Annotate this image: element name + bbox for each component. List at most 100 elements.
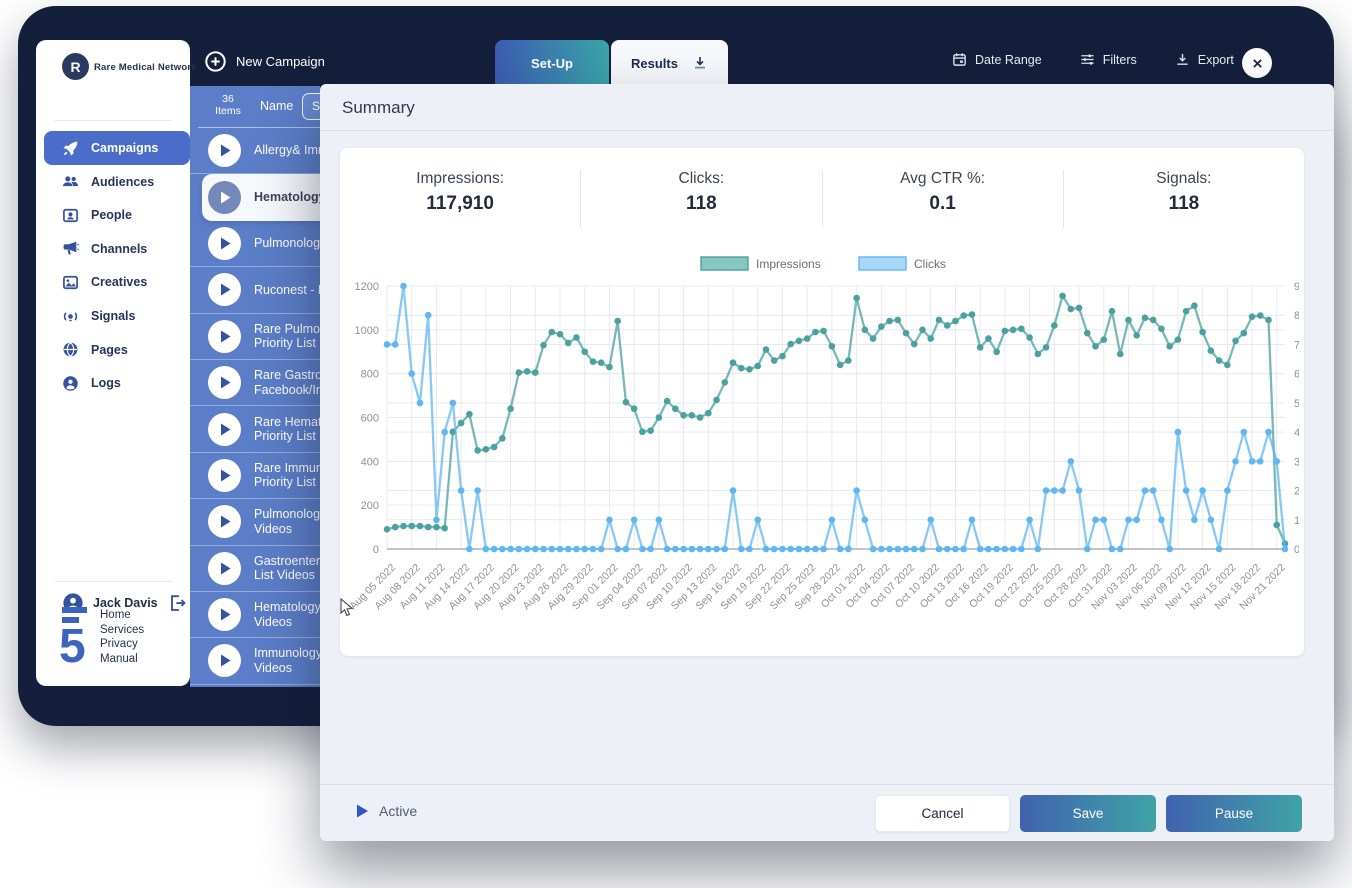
campaign-name: PulmonologVideos (254, 507, 320, 536)
campaign-row[interactable]: GastroenterList Videos (190, 546, 320, 592)
svg-text:8: 8 (1294, 310, 1299, 322)
stat-value: 118 (581, 193, 821, 215)
chart-svg: 0200400600800100012000123456789Aug 05 20… (345, 256, 1299, 644)
play-button[interactable] (208, 227, 241, 260)
campaign-rows: Allergy& Imm Hematology Pulmonolog Ruconest… (190, 128, 320, 685)
modal-title: Summary (342, 98, 415, 118)
footer-links: HomeServicesPrivacyManual (100, 608, 144, 666)
campaign-name: ImmunologyVideos (254, 646, 320, 675)
impressions-line (384, 293, 1289, 547)
campaign-name: Rare HematPriority List (254, 415, 320, 444)
campaign-name: Ruconest - H (254, 283, 320, 298)
legend-impressions-swatch (701, 257, 748, 270)
campaign-row[interactable]: PulmonologVideos (190, 499, 320, 545)
campaign-row[interactable]: ImmunologyVideos (190, 638, 320, 684)
campaign-row[interactable]: Rare PulmonPriority List (190, 314, 320, 360)
campaign-row[interactable]: Allergy& Imm (190, 128, 320, 174)
sidebar-item-creatives[interactable]: Creatives (44, 265, 190, 299)
svg-text:5: 5 (59, 620, 86, 666)
plus-circle-icon (205, 51, 226, 72)
calendar-icon (952, 52, 967, 67)
download-icon[interactable] (692, 55, 708, 71)
cancel-button[interactable]: Cancel (875, 795, 1010, 832)
image-icon (62, 274, 79, 291)
svg-text:1000: 1000 (355, 325, 379, 337)
svg-text:7: 7 (1294, 339, 1299, 351)
svg-text:1: 1 (1294, 515, 1299, 527)
list-search-button[interactable]: Se (302, 93, 320, 120)
campaign-row[interactable]: HematologyVideos (190, 592, 320, 638)
filters-button[interactable]: Filters (1080, 52, 1137, 67)
footer-link-home[interactable]: Home (100, 608, 144, 623)
play-button[interactable] (208, 644, 241, 677)
campaign-row[interactable]: Rare ImmunPriority List (190, 453, 320, 499)
tab-set-up[interactable]: Set-Up (495, 40, 609, 86)
campaign-row[interactable]: Pulmonolog (190, 221, 320, 267)
play-button[interactable] (208, 459, 241, 492)
campaign-name: HematologyVideos (254, 600, 320, 629)
save-button[interactable]: Save (1020, 795, 1156, 832)
stat-impressions: Impressions: 117,910 (340, 170, 580, 228)
play-button[interactable] (208, 598, 241, 631)
svg-text:1200: 1200 (355, 281, 379, 293)
play-button[interactable] (208, 320, 241, 353)
megaphone-icon (62, 240, 79, 257)
new-campaign-button[interactable]: New Campaign (205, 51, 325, 72)
campaign-row[interactable]: Ruconest - H (190, 267, 320, 313)
sidebar-item-audiences[interactable]: Audiences (44, 165, 190, 199)
legend-clicks-label: Clicks (914, 257, 946, 271)
play-button[interactable] (208, 273, 241, 306)
close-icon (1251, 57, 1264, 70)
stat-signals: Signals: 118 (1063, 170, 1304, 228)
download-icon (1175, 52, 1190, 67)
play-button[interactable] (208, 413, 241, 446)
stat-label: Signals: (1064, 170, 1304, 188)
play-button[interactable] (208, 134, 241, 167)
divider (320, 130, 1334, 131)
sidebar-item-logs[interactable]: Logs (44, 366, 190, 400)
play-button[interactable] (208, 505, 241, 538)
campaign-row[interactable]: Rare HematPriority List (190, 406, 320, 452)
user-icon (62, 375, 79, 392)
items-count: 36 Items (210, 93, 246, 117)
export-label: Export (1198, 53, 1234, 67)
sidebar-item-campaigns[interactable]: Campaigns (44, 131, 190, 165)
footer-link-manual[interactable]: Manual (100, 652, 144, 667)
footer-link-privacy[interactable]: Privacy (100, 637, 144, 652)
campaign-name: Hematology (254, 190, 320, 205)
pause-button[interactable]: Pause (1166, 795, 1302, 832)
sidebar-item-label: Logs (91, 376, 121, 390)
sidebar-item-channels[interactable]: Channels (44, 232, 190, 266)
svg-text:600: 600 (361, 413, 379, 425)
chart-legend[interactable]: ImpressionsClicks (701, 257, 946, 271)
footer-logo-5: 5 (58, 606, 96, 666)
brand-logo-icon: R (62, 53, 89, 80)
tab-results[interactable]: Results (611, 40, 728, 86)
campaign-row[interactable]: Rare GastroFacebook/In (190, 360, 320, 406)
play-button[interactable] (208, 181, 241, 214)
logout-icon[interactable] (167, 593, 187, 613)
legend-clicks-swatch (859, 257, 906, 270)
play-button[interactable] (208, 552, 241, 585)
name-column-header: Name (260, 99, 293, 113)
campaign-name: Allergy& Imm (254, 143, 320, 158)
status-active[interactable]: Active (356, 803, 417, 819)
footer-link-services[interactable]: Services (100, 623, 144, 638)
sidebar-item-people[interactable]: People (44, 198, 190, 232)
sidebar-item-pages[interactable]: Pages (44, 333, 190, 367)
stat-value: 117,910 (340, 193, 580, 215)
stat-clicks: Clicks: 118 (580, 170, 821, 228)
campaign-row[interactable]: Hematology (202, 174, 320, 220)
topbar-actions: Date Range Filters Export (952, 52, 1234, 67)
sidebar-item-signals[interactable]: Signals (44, 299, 190, 333)
play-icon (356, 804, 369, 818)
date-range-button[interactable]: Date Range (952, 52, 1042, 67)
export-button[interactable]: Export (1175, 52, 1234, 67)
close-button[interactable] (1242, 48, 1272, 78)
sidebar-item-label: Channels (91, 242, 147, 256)
status-label: Active (379, 803, 417, 819)
svg-text:3: 3 (1294, 456, 1299, 468)
play-button[interactable] (208, 366, 241, 399)
tab-set-up-label: Set-Up (531, 56, 573, 71)
stat-label: Impressions: (340, 170, 580, 188)
